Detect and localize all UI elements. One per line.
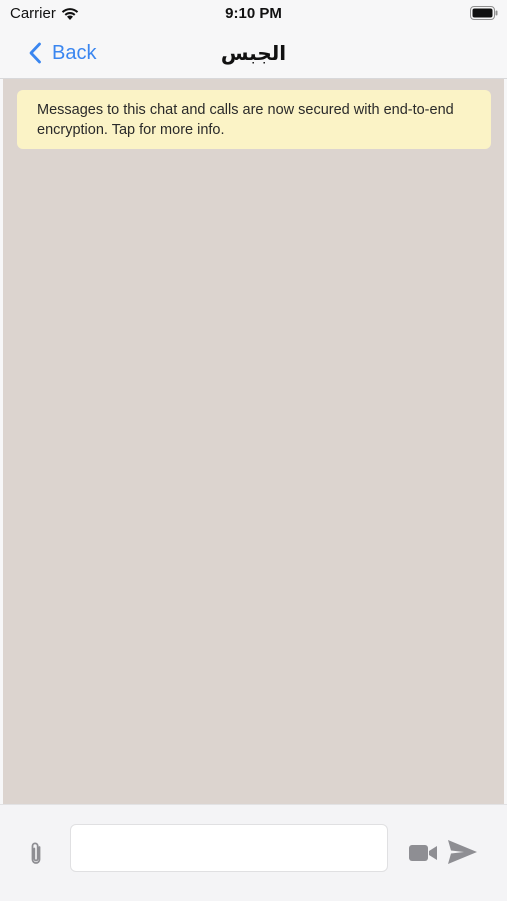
- status-time: 9:10 PM: [225, 5, 282, 22]
- paperclip-icon[interactable]: [26, 840, 46, 868]
- message-input[interactable]: [70, 824, 388, 872]
- encryption-notice[interactable]: Messages to this chat and calls are now …: [17, 90, 491, 149]
- navigation-bar: Back الجبس: [0, 28, 507, 79]
- battery-icon: [470, 6, 498, 20]
- chat-message-area[interactable]: Messages to this chat and calls are now …: [3, 79, 504, 804]
- send-icon[interactable]: [446, 838, 478, 866]
- composer-bar: [0, 804, 507, 901]
- chat-title: الجبس: [220, 43, 287, 65]
- status-bar: Carrier 9:10 PM: [0, 0, 507, 28]
- video-camera-icon[interactable]: [408, 843, 438, 863]
